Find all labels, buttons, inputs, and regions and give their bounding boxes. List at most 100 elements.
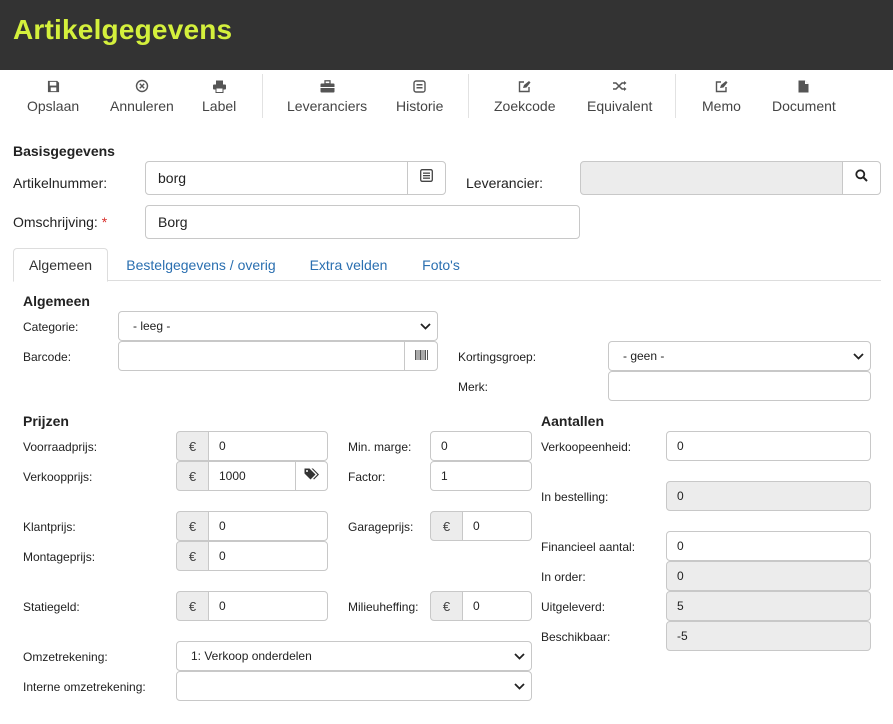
currency-addon: € xyxy=(430,591,463,621)
tags-icon xyxy=(304,467,319,485)
in-order-label: In order: xyxy=(541,570,586,584)
brand-label: Merk: xyxy=(458,380,488,394)
currency-addon: € xyxy=(430,511,463,541)
history-label: Historie xyxy=(396,98,444,114)
deposit-label: Statiegeld: xyxy=(23,600,80,614)
brand-input[interactable] xyxy=(608,371,871,401)
min-margin-label: Min. marge: xyxy=(348,440,412,454)
quantities-heading: Aantallen xyxy=(541,413,605,429)
stock-price-input[interactable]: 0 xyxy=(208,431,328,461)
internal-revenue-select[interactable] xyxy=(176,671,532,701)
shuffle-icon xyxy=(612,76,627,96)
required-mark: * xyxy=(101,214,108,230)
chevron-down-icon xyxy=(853,349,864,363)
briefcase-icon xyxy=(320,76,335,96)
history-icon xyxy=(413,76,426,96)
on-order-field: 0 xyxy=(666,481,871,511)
article-lookup-button[interactable] xyxy=(407,161,446,195)
barcode-input[interactable] xyxy=(118,341,405,371)
tab-order-data[interactable]: Bestelgegevens / overig xyxy=(118,248,284,281)
currency-addon: € xyxy=(176,541,209,571)
search-code-button[interactable]: Zoekcode xyxy=(494,76,555,114)
label-label: Label xyxy=(202,98,237,114)
barcode-icon xyxy=(414,347,428,365)
internal-revenue-label: Interne omzetrekening: xyxy=(23,680,146,694)
suppliers-button[interactable]: Leveranciers xyxy=(287,76,367,114)
equivalent-button[interactable]: Equivalent xyxy=(587,76,652,114)
available-field: -5 xyxy=(666,621,871,651)
tab-extra-fields[interactable]: Extra velden xyxy=(302,248,395,281)
min-margin-input[interactable]: 0 xyxy=(430,431,532,461)
category-label: Categorie: xyxy=(23,320,79,334)
close-circle-icon xyxy=(135,76,149,96)
sale-price-input[interactable]: 1000 xyxy=(208,461,296,491)
revenue-account-label: Omzetrekening: xyxy=(23,650,108,664)
discount-group-select[interactable]: - geen - xyxy=(608,341,871,371)
save-label: Opslaan xyxy=(27,98,80,114)
garage-price-label: Garageprijs: xyxy=(348,520,414,534)
issued-label: Uitgeleverd: xyxy=(541,600,606,614)
customer-price-input[interactable]: 0 xyxy=(208,511,328,541)
barcode-label: Barcode: xyxy=(23,350,72,364)
toolbar-divider xyxy=(262,74,263,118)
sales-unit-input[interactable]: 0 xyxy=(666,431,871,461)
title-bar: Artikelgegevens xyxy=(0,0,893,70)
in-order-field: 0 xyxy=(666,561,871,591)
category-value: - leeg - xyxy=(133,319,171,333)
toolbar-divider xyxy=(675,74,676,118)
search-icon xyxy=(855,169,868,187)
tab-general[interactable]: Algemeen xyxy=(13,248,108,282)
financial-qty-input[interactable]: 0 xyxy=(666,531,871,561)
supplier-input[interactable] xyxy=(580,161,843,195)
save-icon xyxy=(47,76,60,96)
memo-button[interactable]: Memo xyxy=(702,76,741,114)
article-number-input[interactable]: borg xyxy=(145,161,408,195)
tab-bar: Algemeen Bestelgegevens / overig Extra v… xyxy=(13,248,881,282)
available-label: Beschikbaar: xyxy=(541,630,611,644)
toolbar-divider xyxy=(468,74,469,118)
article-number-label: Artikelnummer: xyxy=(13,175,108,191)
env-levy-input[interactable]: 0 xyxy=(462,591,532,621)
customer-price-label: Klantprijs: xyxy=(23,520,76,534)
discount-group-label: Kortingsgroep: xyxy=(458,350,537,364)
stock-price-label: Voorraadprijs: xyxy=(23,440,98,454)
document-button[interactable]: Document xyxy=(772,76,836,114)
search-code-label: Zoekcode xyxy=(494,98,556,114)
issued-field: 5 xyxy=(666,591,871,621)
currency-addon: € xyxy=(176,431,209,461)
toolbar: Opslaan Annuleren Label Leveranciers His… xyxy=(0,70,893,122)
revenue-account-select[interactable]: 1: Verkoop onderdelen xyxy=(176,641,532,671)
barcode-button[interactable] xyxy=(404,341,438,371)
price-tags-button[interactable] xyxy=(295,461,328,491)
suppliers-label: Leveranciers xyxy=(287,98,368,114)
category-select[interactable]: - leeg - xyxy=(118,311,438,341)
factor-input[interactable]: 1 xyxy=(430,461,532,491)
save-button[interactable]: Opslaan xyxy=(27,76,79,114)
revenue-account-value: 1: Verkoop onderdelen xyxy=(191,649,312,663)
cancel-label: Annuleren xyxy=(110,98,174,114)
print-icon xyxy=(212,76,227,96)
edit-icon xyxy=(715,76,728,96)
financial-qty-label: Financieel aantal: xyxy=(541,540,636,554)
env-levy-label: Milieuheffing: xyxy=(348,600,419,614)
on-order-label: In bestelling: xyxy=(541,490,609,504)
chevron-down-icon xyxy=(514,649,525,663)
memo-label: Memo xyxy=(702,98,741,114)
document-icon xyxy=(798,76,809,96)
equivalent-label: Equivalent xyxy=(587,98,653,114)
page-title: Artikelgegevens xyxy=(13,14,233,45)
mounting-price-input[interactable]: 0 xyxy=(208,541,328,571)
deposit-input[interactable]: 0 xyxy=(208,591,328,621)
tab-photos[interactable]: Foto's xyxy=(412,248,470,281)
garage-price-input[interactable]: 0 xyxy=(462,511,532,541)
document-label: Document xyxy=(772,98,836,114)
supplier-search-button[interactable] xyxy=(842,161,881,195)
currency-addon: € xyxy=(176,591,209,621)
supplier-label: Leverancier: xyxy=(466,175,544,191)
description-input[interactable]: Borg xyxy=(145,205,580,239)
history-button[interactable]: Historie xyxy=(396,76,443,114)
edit-icon xyxy=(518,76,531,96)
label-button[interactable]: Label xyxy=(202,76,236,114)
cancel-button[interactable]: Annuleren xyxy=(110,76,174,114)
chevron-down-icon xyxy=(514,679,525,693)
